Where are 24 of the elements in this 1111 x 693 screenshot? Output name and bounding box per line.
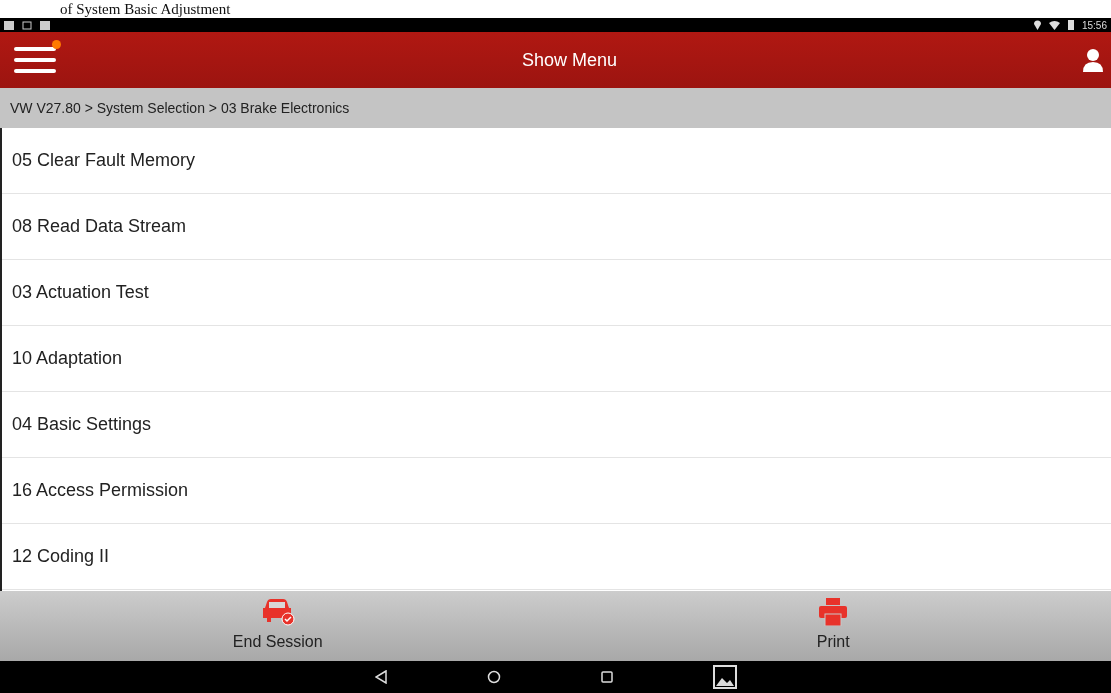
wifi-icon: [1048, 20, 1060, 30]
location-icon: [1033, 20, 1041, 30]
menu-icon[interactable]: [14, 45, 56, 75]
car-icon: [260, 598, 295, 626]
menu-item[interactable]: 04 Basic Settings: [2, 392, 1111, 458]
action-button[interactable]: End Session: [0, 591, 556, 661]
printer-icon: [818, 598, 849, 626]
menu-item[interactable]: 16 Access Permission: [2, 458, 1111, 524]
menu-item[interactable]: 10 Adaptation: [2, 326, 1111, 392]
caption-text: of System Basic Adjustment: [59, 0, 232, 18]
status-time: 15:56: [1081, 18, 1107, 33]
user-icon[interactable]: [1083, 48, 1103, 72]
menu-item[interactable]: 05 Clear Fault Memory: [2, 128, 1111, 194]
image-icon[interactable]: [712, 665, 737, 689]
header-title[interactable]: Show Menu: [521, 46, 618, 74]
breadcrumb-text: VW V27.80 > System Selection > 03 Brake Electronics: [0, 88, 1111, 128]
menu-item[interactable]: 12 Coding II: [2, 524, 1111, 590]
home-icon[interactable]: [486, 670, 501, 684]
battery-icon: [1067, 20, 1074, 30]
menu-item[interactable]: 03 Actuation Test: [2, 260, 1111, 326]
recents-icon[interactable]: [600, 671, 613, 683]
back-icon[interactable]: [374, 670, 387, 684]
action-button[interactable]: Print: [555, 591, 1111, 661]
menu-item[interactable]: 08 Read Data Stream: [2, 194, 1111, 260]
